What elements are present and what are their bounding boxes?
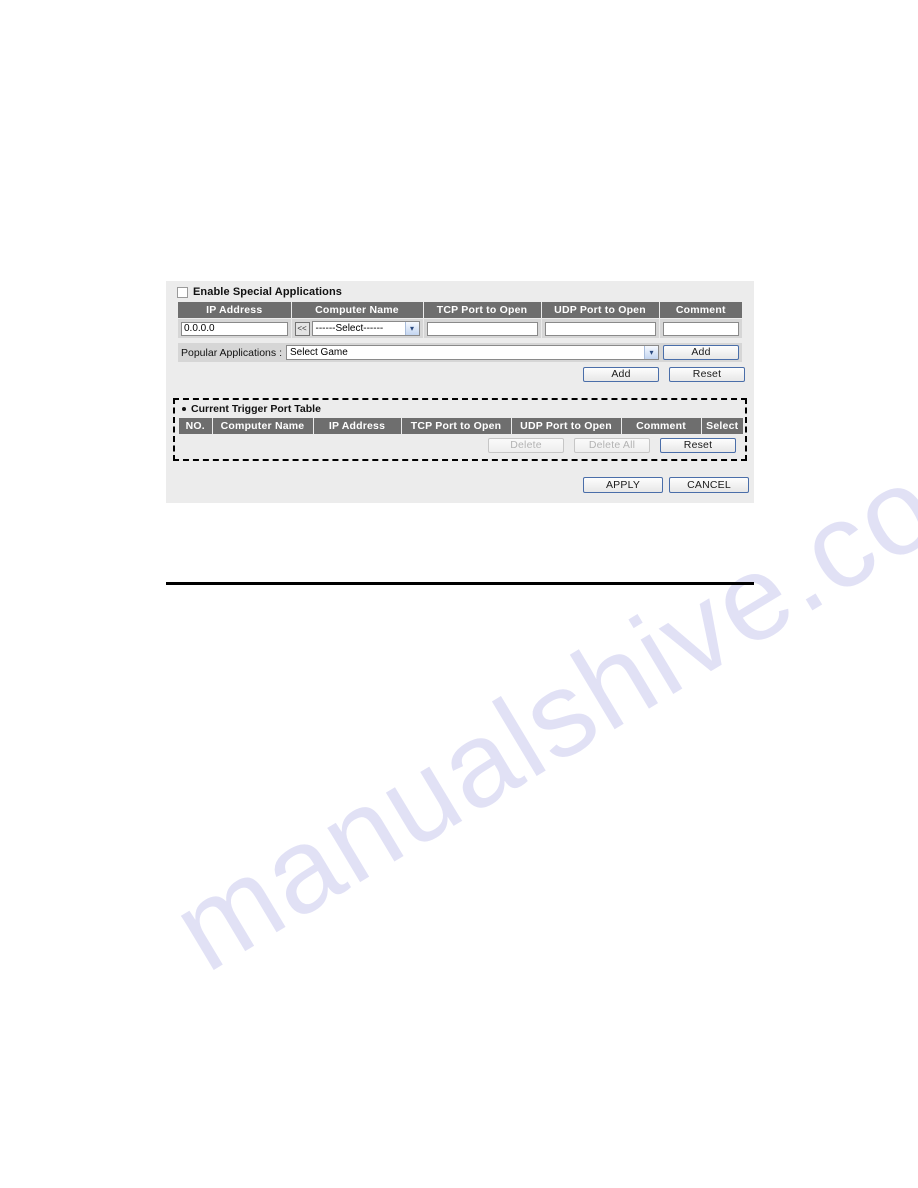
column-header-tcp-port: TCP Port to Open — [423, 302, 542, 319]
popular-applications-label: Popular Applications : — [181, 346, 282, 359]
popular-applications-row: Popular Applications : Select Game ▾ Add — [178, 343, 742, 362]
entry-input-row: << ------Select------ ▾ — [178, 318, 742, 338]
cancel-button[interactable]: CANCEL — [669, 477, 749, 493]
column-header-computer-name: Computer Name — [291, 302, 424, 319]
enable-special-applications-checkbox[interactable] — [177, 286, 188, 298]
column-header-udp-port: UDP Port to Open — [511, 418, 622, 434]
current-trigger-port-table-title: Current Trigger Port Table — [182, 403, 321, 415]
tcp-port-input[interactable] — [426, 321, 538, 336]
column-header-computer-name: Computer Name — [212, 418, 314, 434]
column-header-comment: Comment — [621, 418, 702, 434]
table-header-row: IP Address Computer Name TCP Port to Ope… — [178, 302, 742, 319]
cell-computer-name: << ------Select------ ▾ — [291, 318, 424, 338]
table-header-row: NO. Computer Name IP Address TCP Port to… — [179, 418, 743, 434]
enable-special-applications-label: Enable Special Applications — [193, 286, 342, 298]
column-header-comment: Comment — [659, 302, 742, 319]
form-action-row: Add Reset — [166, 364, 754, 386]
add-popular-application-button[interactable]: Add — [663, 345, 739, 360]
bullet-icon — [182, 407, 186, 411]
chevron-down-icon[interactable]: ▾ — [644, 346, 658, 359]
cell-ip-address — [178, 318, 292, 338]
current-trigger-port-table: NO. Computer Name IP Address TCP Port to… — [179, 418, 743, 434]
ip-address-input[interactable] — [181, 321, 288, 336]
background-watermark: manualshive.com — [0, 0, 918, 1188]
delete-all-button[interactable]: Delete All — [574, 438, 650, 453]
popular-applications-select[interactable]: Select Game ▾ — [285, 345, 659, 360]
delete-button[interactable]: Delete — [488, 438, 564, 453]
column-header-no: NO. — [179, 418, 213, 434]
page-divider-rule — [166, 582, 754, 585]
column-header-select: Select — [701, 418, 743, 434]
cell-tcp-port — [423, 318, 542, 338]
udp-port-input[interactable] — [544, 321, 656, 336]
column-header-tcp-port: TCP Port to Open — [401, 418, 512, 434]
cell-comment — [659, 318, 742, 338]
column-header-ip-address: IP Address — [178, 302, 292, 319]
reset-button[interactable]: Reset — [669, 367, 745, 382]
current-trigger-port-section: Current Trigger Port Table NO. Computer … — [173, 398, 747, 461]
cell-udp-port — [541, 318, 660, 338]
computer-name-select[interactable]: ------Select------ ▾ — [311, 321, 420, 336]
trigger-title-text: Current Trigger Port Table — [191, 403, 321, 415]
copy-computer-name-button[interactable]: << — [294, 321, 310, 336]
special-applications-entry-table: IP Address Computer Name TCP Port to Ope… — [178, 302, 742, 338]
special-applications-panel: Enable Special Applications IP Address C… — [166, 281, 754, 503]
popular-applications-select-value: Select Game — [289, 347, 348, 358]
trigger-table-action-row: Delete Delete All Reset — [175, 435, 745, 455]
add-button[interactable]: Add — [583, 367, 659, 382]
enable-special-applications-row[interactable]: Enable Special Applications — [177, 286, 342, 298]
apply-button[interactable]: APPLY — [583, 477, 663, 493]
comment-input[interactable] — [662, 321, 739, 336]
column-header-udp-port: UDP Port to Open — [541, 302, 660, 319]
reset-table-button[interactable]: Reset — [660, 438, 736, 453]
chevron-down-icon[interactable]: ▾ — [404, 322, 419, 335]
computer-name-select-value: ------Select------ — [315, 323, 384, 334]
column-header-ip-address: IP Address — [313, 418, 402, 434]
